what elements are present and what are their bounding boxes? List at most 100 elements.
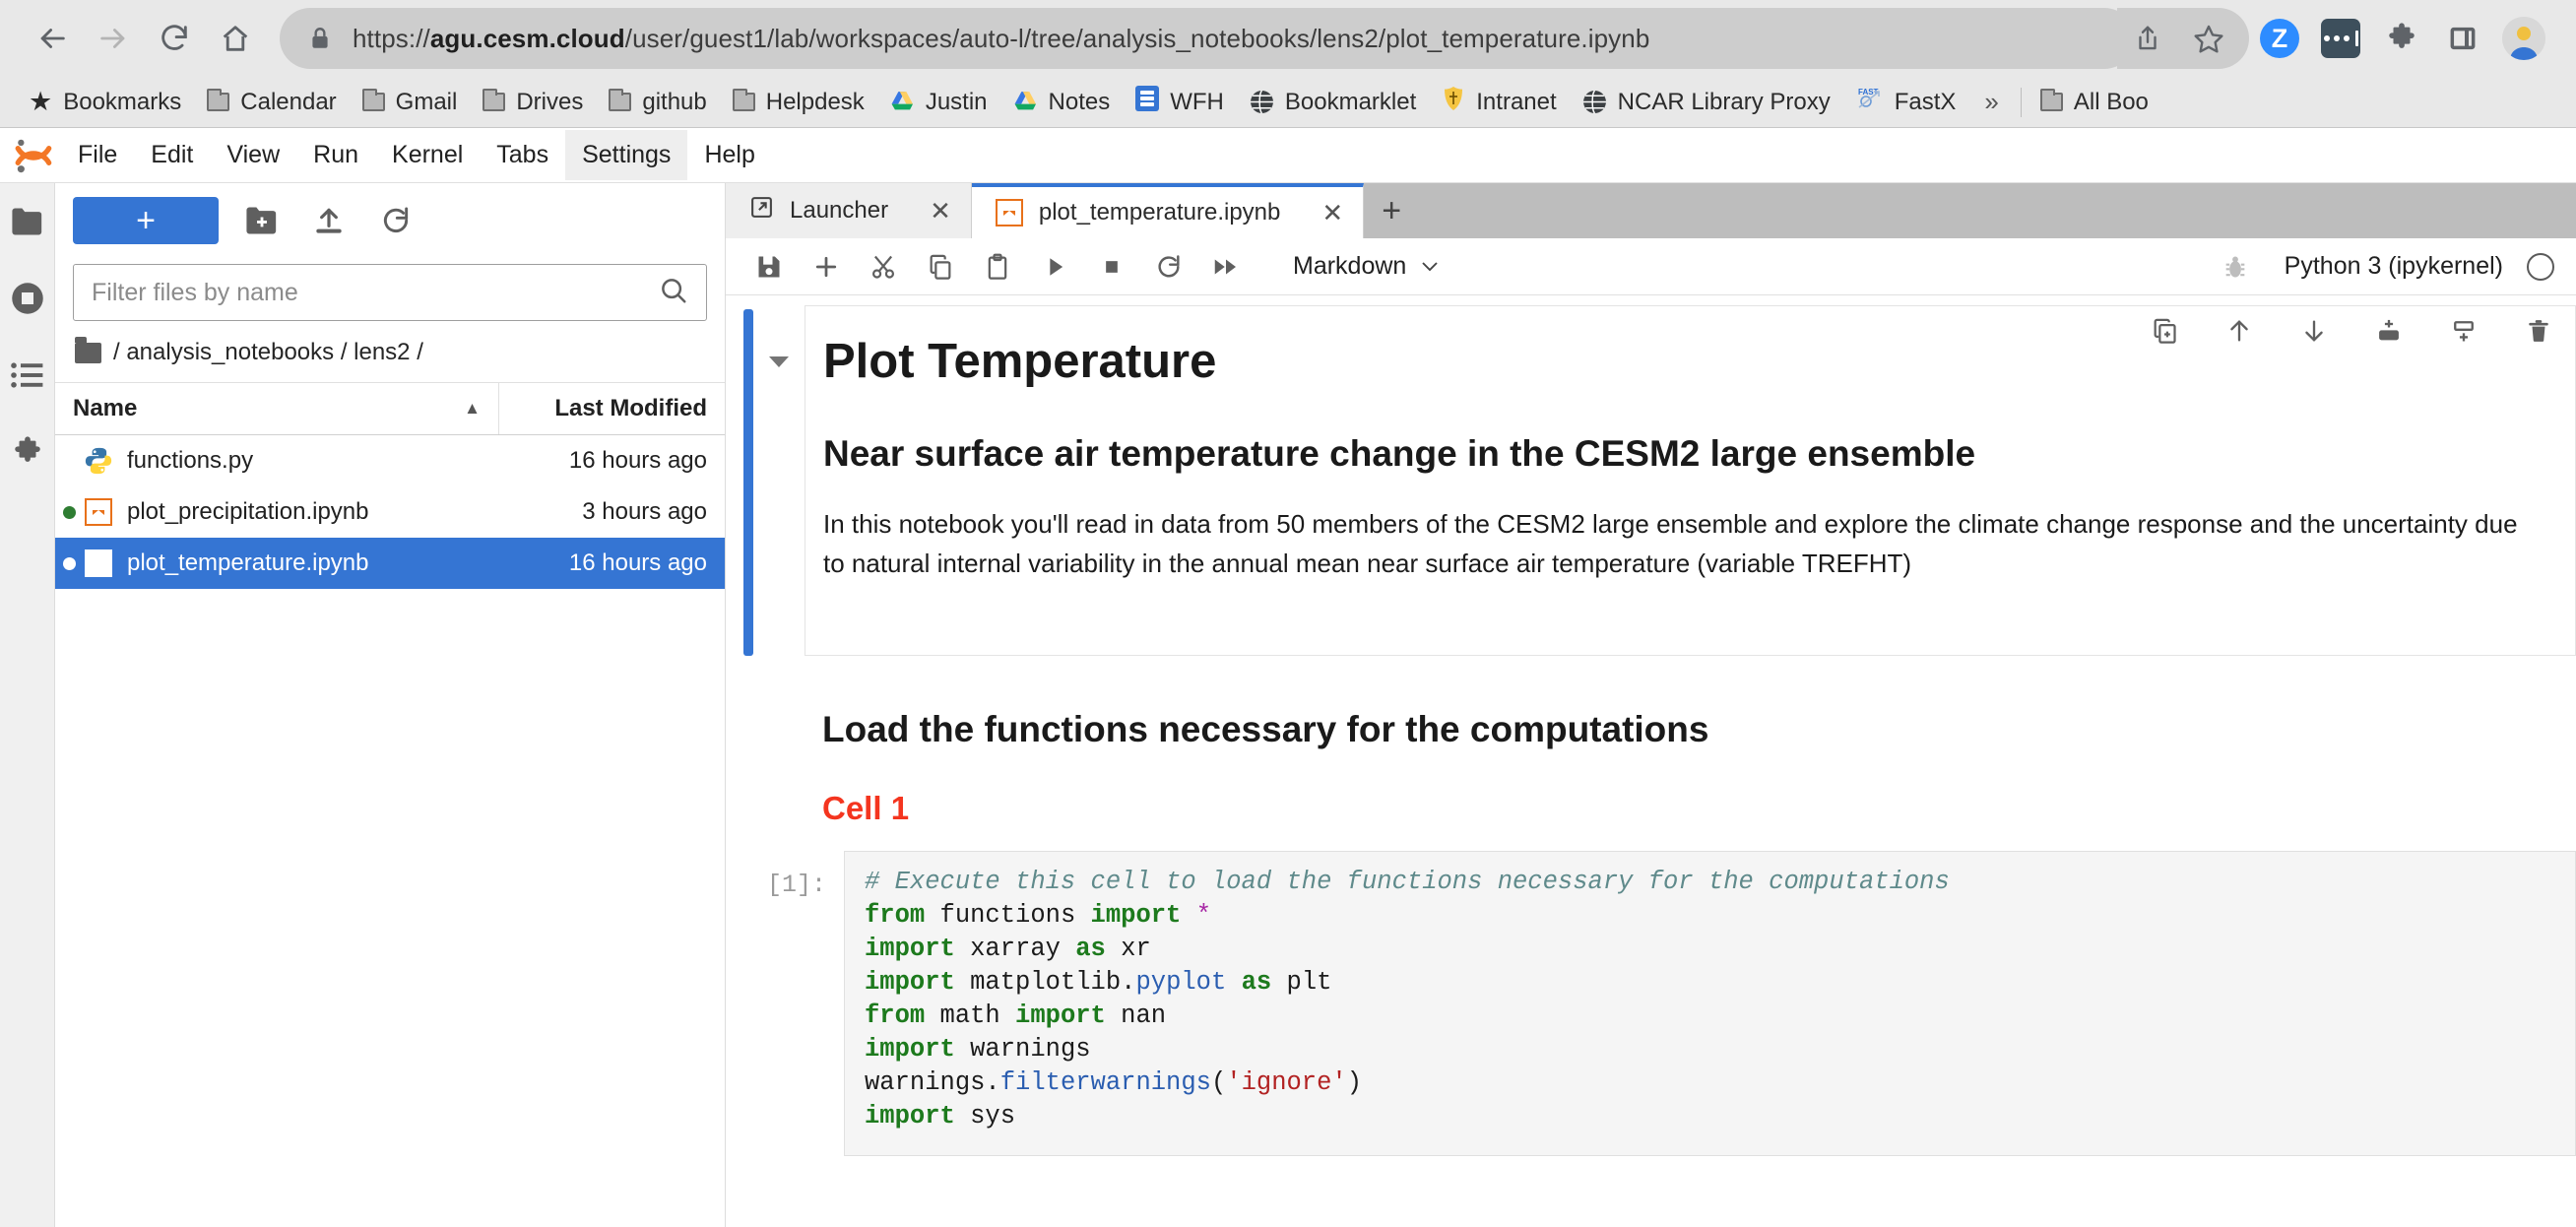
share-icon[interactable] — [2117, 8, 2178, 69]
breadcrumb[interactable]: / analysis_notebooks / lens2 / — [55, 333, 725, 382]
clipboard-icon[interactable] — [972, 241, 1023, 292]
scissors-icon[interactable] — [858, 241, 909, 292]
insert-below-icon[interactable] — [2445, 312, 2482, 350]
save-icon[interactable] — [743, 241, 795, 292]
list-item[interactable]: plot_temperature.ipynb 16 hours ago — [55, 538, 725, 589]
menu-kernel[interactable]: Kernel — [375, 130, 480, 180]
code-editor[interactable]: # Execute this cell to load the function… — [844, 851, 2576, 1156]
close-icon[interactable]: ✕ — [930, 196, 951, 226]
reload-icon[interactable] — [144, 8, 205, 69]
refresh-icon[interactable] — [372, 197, 419, 244]
dots-extension-icon[interactable] — [2310, 8, 2371, 69]
play-icon[interactable] — [1029, 241, 1080, 292]
markdown-cell-body[interactable]: Load the functions necessary for the com… — [805, 681, 2576, 827]
bug-icon[interactable] — [2210, 241, 2261, 292]
bookmark-item-bookmarklet[interactable]: Bookmarklet — [1237, 84, 1429, 121]
tab-plot-temperature[interactable]: plot_temperature.ipynb ✕ — [971, 183, 1365, 238]
execution-count: [1]: — [766, 871, 826, 899]
star-outline-icon[interactable] — [2178, 8, 2239, 69]
copy-icon[interactable] — [915, 241, 966, 292]
menu-file[interactable]: File — [61, 130, 134, 180]
stop-square-icon[interactable] — [1086, 241, 1137, 292]
extension-manager-icon[interactable] — [0, 414, 55, 490]
insert-above-icon[interactable] — [2370, 312, 2408, 350]
bookmark-item-fastx[interactable]: FAST FastX — [1843, 81, 1969, 123]
bookmark-item-calendar[interactable]: Calendar — [194, 84, 349, 121]
bookmark-label: Helpdesk — [765, 88, 865, 115]
side-panel-icon[interactable] — [2432, 8, 2493, 69]
file-name: functions.py — [127, 447, 254, 474]
menu-help[interactable]: Help — [687, 130, 771, 180]
back-arrow-icon[interactable] — [22, 8, 83, 69]
menu-view[interactable]: View — [210, 130, 296, 180]
home-icon[interactable] — [205, 8, 266, 69]
upload-icon[interactable] — [305, 197, 353, 244]
file-browser-icon[interactable] — [0, 183, 55, 260]
trash-icon[interactable] — [2520, 312, 2557, 350]
code-line: import matplotlib.pyplot as plt — [865, 968, 1332, 997]
search-input[interactable] — [92, 278, 659, 307]
arrow-up-icon[interactable] — [2221, 312, 2258, 350]
file-name: plot_temperature.ipynb — [127, 549, 369, 576]
cell-type-dropdown[interactable]: Markdown — [1279, 252, 1453, 281]
notebook-cells[interactable]: Plot Temperature Near surface air temper… — [726, 295, 2576, 1227]
bookmark-item-ncar-library-proxy[interactable]: NCAR Library Proxy — [1570, 84, 1843, 121]
bookmark-label: NCAR Library Proxy — [1617, 88, 1831, 115]
chevron-down-icon — [769, 356, 789, 367]
omnibox[interactable]: https://agu.cesm.cloud/user/guest1/lab/w… — [280, 8, 2135, 69]
cell-collapse-button[interactable] — [753, 305, 805, 656]
plus-icon[interactable] — [801, 241, 852, 292]
notebook-area: Launcher ✕ plot_temperature.ipynb ✕ + Ma… — [726, 183, 2576, 1227]
list-item[interactable]: functions.py 16 hours ago — [55, 435, 725, 486]
new-launcher-button[interactable]: + — [73, 197, 219, 244]
markdown-cell-body[interactable]: Plot Temperature Near surface air temper… — [805, 305, 2576, 656]
code-line: import xarray as xr — [865, 935, 1151, 963]
bookmark-label: Drives — [516, 88, 584, 115]
bookmark-item-github[interactable]: github — [596, 84, 719, 121]
tab-launcher[interactable]: Launcher ✕ — [726, 183, 972, 238]
column-header-last-modified[interactable]: Last Modified — [498, 383, 725, 434]
bookmark-item-wfh[interactable]: WFH — [1123, 81, 1237, 123]
new-tab-button[interactable]: + — [1364, 183, 1420, 238]
arrow-down-icon[interactable] — [2295, 312, 2333, 350]
globe-icon — [1582, 90, 1607, 114]
blue-doc-icon — [1135, 86, 1160, 118]
bookmark-label: WFH — [1170, 88, 1224, 115]
restart-icon[interactable] — [1143, 241, 1194, 292]
bookmark-item-bookmarks[interactable]: ★ Bookmarks — [16, 84, 194, 121]
bookmark-item-drives[interactable]: Drives — [470, 84, 596, 121]
menu-run[interactable]: Run — [296, 130, 375, 180]
launcher-icon — [749, 195, 774, 226]
bookmark-item-helpdesk[interactable]: Helpdesk — [720, 84, 877, 121]
menu-tabs[interactable]: Tabs — [480, 130, 565, 180]
menu-edit[interactable]: Edit — [134, 130, 210, 180]
table-of-contents-icon[interactable] — [0, 337, 55, 414]
duplicate-icon[interactable] — [2146, 312, 2183, 350]
bookmark-item-notes[interactable]: Notes — [1000, 84, 1124, 121]
python-file-icon — [82, 444, 115, 478]
code-cell[interactable]: [1]: # Execute this cell to load the fun… — [726, 851, 2576, 1156]
kernel-idle-circle-icon[interactable] — [2527, 252, 2554, 281]
fast-forward-icon[interactable] — [1200, 241, 1252, 292]
list-item[interactable]: plot_precipitation.ipynb 3 hours ago — [55, 486, 725, 538]
forward-arrow-icon[interactable] — [83, 8, 144, 69]
column-header-name[interactable]: Name ▲ — [55, 383, 498, 434]
bookmark-item-all-bookmarks[interactable]: All Boo — [2028, 84, 2161, 121]
cell-gutter — [753, 681, 805, 827]
running-sessions-icon[interactable] — [0, 260, 55, 337]
bookmark-item-gmail[interactable]: Gmail — [350, 84, 471, 121]
folder-icon — [361, 89, 385, 111]
menu-settings[interactable]: Settings — [565, 130, 688, 180]
filter-files-box[interactable] — [73, 264, 707, 321]
bookmarks-overflow-button[interactable]: » — [1968, 87, 2014, 117]
markdown-cell-active[interactable]: Plot Temperature Near surface air temper… — [726, 305, 2576, 656]
kernel-name[interactable]: Python 3 (ipykernel) — [2285, 252, 2503, 281]
profile-avatar-icon[interactable] — [2493, 8, 2554, 69]
zoom-extension-icon[interactable]: Z — [2249, 8, 2310, 69]
close-icon[interactable]: ✕ — [1321, 198, 1343, 228]
bookmark-item-justin[interactable]: Justin — [877, 84, 1000, 121]
extensions-puzzle-icon[interactable] — [2371, 8, 2432, 69]
bookmark-item-intranet[interactable]: Intranet — [1429, 81, 1569, 123]
new-folder-icon[interactable] — [238, 197, 286, 244]
markdown-cell-section[interactable]: Load the functions necessary for the com… — [726, 681, 2576, 827]
